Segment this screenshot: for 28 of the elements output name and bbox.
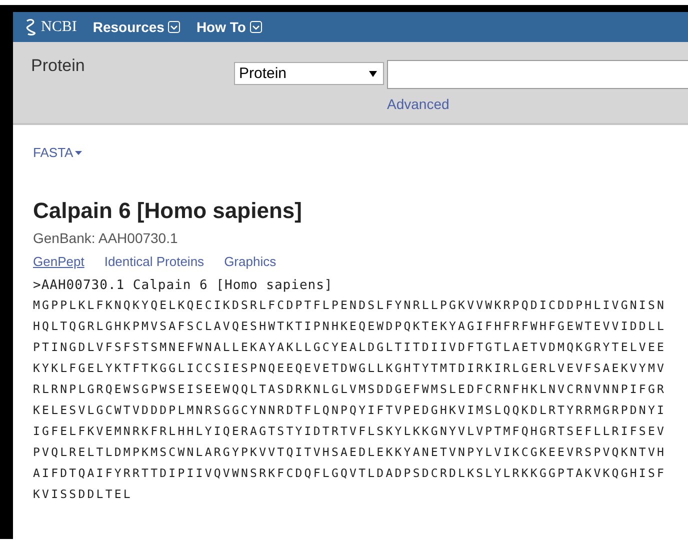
record-link[interactable]: Graphics [224,254,276,269]
logo[interactable]: NCBI [25,18,77,36]
sequence-line: PTINGDLVFSFSTSMNEFWNALLEKAYAKLLGCYEALDGLTITDIIVDFTGTLAETVDMQKGRYTELVEE [33,339,668,356]
database-label: Protein [31,56,86,77]
sequence-line: AIFDTQAIFYRRTTDIPIIVQVWNSRKFCDQFLGQVTLDADPSDCRDLKSLYLRKKGGPTAKVKQGHISF [33,465,668,482]
sequence-line: PVQLRELTLDMPKMSCWNLARGYPKVVTQITVHSAEDLEKKYANETVNPYLVIKCGKEEVRSPVQKNTVH [33,444,668,461]
sequence-line: KELESVLGCWTVDDDPLMNRSGGCYNNRDTFLQNPQYIFTVPEDGHKVIMSLQQKDLRTYRRMGRPDNYI [33,402,668,419]
search-field[interactable] [387,60,688,89]
advanced-link[interactable]: Advanced [387,96,688,112]
sequence-line: RLRNPLGRQEWSGPWSEISEEWQQLTASDRKNLGLVMSDDGEFWMSLEDFCRNFHKLNVCRNVNNPIFGR [33,381,668,398]
sequence-line: KVISSDDLTEL [33,486,134,503]
database-select[interactable]: Protein [234,62,384,85]
menu-button[interactable]: Resources [92,19,180,35]
sequence-line: MGPPLKLFKNQKYQELKQECIKDSRLFCDPTFLPENDSLFYNRLLPGKVVWKRPQDICDDPHLIVGNISN [33,297,668,314]
record-title: Calpain 6 [Homo sapiens] [33,198,303,224]
record-link[interactable]: Identical Proteins [104,254,204,269]
sequence-line: KYKLFGELYKTFTKGGLICCSIESPNQEEQEVETDWGLLKGHTYTMTDIRKIRLGERLVEVFSAEKVYMV [33,360,668,377]
dropdown-triangle-icon [369,70,377,76]
format-menu[interactable]: FASTA [33,145,82,160]
sequence-line: IGFELFKVEMNRKFRLHHLYIQERAGTSTYIDTRTVFLSKYLKKGNYVLVPTMFQHGRTSEFLLRIFSEV [33,423,668,440]
accession: GenBank: AAH00730.1 [33,230,179,246]
menu-button[interactable]: How To [196,19,262,35]
chevron-icon [250,21,262,33]
caret-icon [75,150,82,154]
sequence-line: HQLTQGRLGHKPMVSAFSCLAVQESHWTKTIPNHKEQEWDPQKTEKYAGIFHFRFWHFGEWTEVVIDDLL [33,318,668,335]
record-link[interactable]: GenPept [33,254,84,269]
chevron-icon [168,21,180,33]
fasta-header: >AAH00730.1 Calpain 6 [Homo sapiens] [33,277,334,295]
